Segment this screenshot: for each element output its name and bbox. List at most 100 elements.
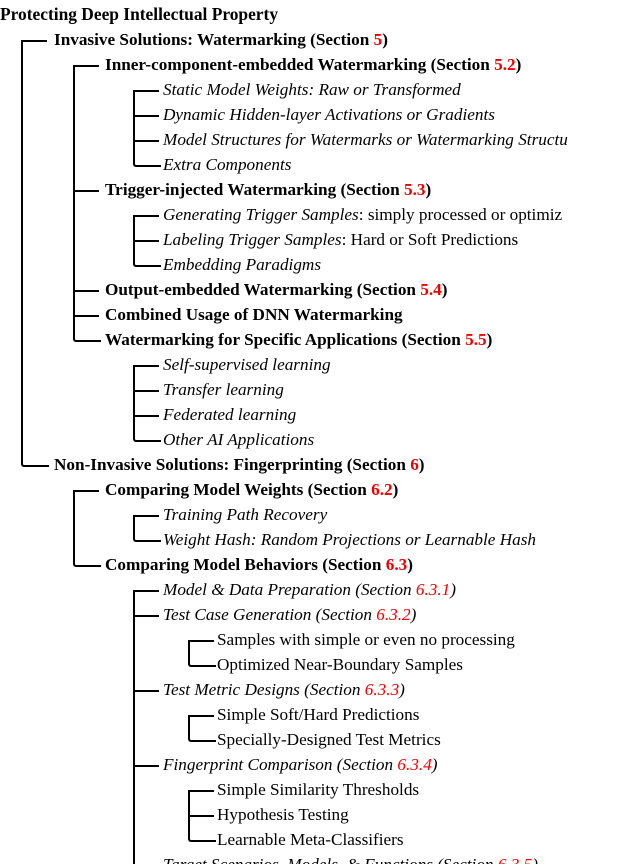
node-label-tail: ) bbox=[418, 455, 425, 474]
section-number: 6 bbox=[410, 455, 419, 474]
node-label-text: Hypothesis Testing bbox=[217, 805, 349, 824]
node-label-tail: ) bbox=[431, 755, 438, 774]
section-number: 6.3 bbox=[385, 555, 408, 574]
tree-node: Test Case Generation (Section 6.3.2) bbox=[0, 602, 640, 627]
node-label-text: Test Case Generation (Section bbox=[163, 605, 377, 624]
node-label: Transfer learning bbox=[163, 377, 284, 402]
node-label-detail: : Hard or Soft Predictions bbox=[341, 230, 519, 249]
tree-node: Combined Usage of DNN Watermarking bbox=[0, 302, 640, 327]
node-label-text: Weight Hash: Random Projections or Learn… bbox=[163, 530, 537, 549]
node-label-text: Specially-Designed Test Metrics bbox=[217, 730, 441, 749]
node-label: Inner-component-embedded Watermarking (S… bbox=[105, 52, 521, 77]
node-label-emphasis: Generating Trigger Samples bbox=[163, 205, 359, 224]
tree-node: Simple Similarity Thresholds bbox=[0, 777, 640, 802]
tree-node: Self-supervised learning bbox=[0, 352, 640, 377]
node-label-tail: ) bbox=[425, 180, 432, 199]
node-label-text: Other AI Applications bbox=[163, 430, 315, 449]
node-label: Specially-Designed Test Metrics bbox=[217, 727, 441, 752]
section-number: 5.3 bbox=[403, 180, 426, 199]
node-label: Test Case Generation (Section 6.3.2) bbox=[163, 602, 416, 627]
node-label: Watermarking for Specific Applications (… bbox=[105, 327, 492, 352]
node-label: Trigger-injected Watermarking (Section 5… bbox=[105, 177, 431, 202]
node-label: Generating Trigger Samples: simply proce… bbox=[163, 202, 562, 227]
tree-node: Comparing Model Behaviors (Section 6.3) bbox=[0, 552, 640, 577]
node-label-text: Fingerprint Comparison (Section bbox=[163, 755, 398, 774]
tree-node: Model & Data Preparation (Section 6.3.1) bbox=[0, 577, 640, 602]
node-label-text: Simple Soft/Hard Predictions bbox=[217, 705, 420, 724]
node-label: Dynamic Hidden-layer Activations or Grad… bbox=[163, 102, 495, 127]
tree-root-node: Protecting Deep Intellectual Property bbox=[0, 2, 640, 27]
node-label-text: Learnable Meta-Classifiers bbox=[217, 830, 404, 849]
node-label: Combined Usage of DNN Watermarking bbox=[105, 302, 403, 327]
node-label-text: Embedding Paradigms bbox=[163, 255, 322, 274]
tree-node: Labeling Trigger Samples: Hard or Soft P… bbox=[0, 227, 640, 252]
node-label: Model & Data Preparation (Section 6.3.1) bbox=[163, 577, 456, 602]
tree-node: Generating Trigger Samples: simply proce… bbox=[0, 202, 640, 227]
node-label: Model Structures for Watermarks or Water… bbox=[163, 127, 568, 152]
tree-node: Weight Hash: Random Projections or Learn… bbox=[0, 527, 640, 552]
section-number: 6.3.1 bbox=[415, 580, 451, 599]
tree-node: Watermarking for Specific Applications (… bbox=[0, 327, 640, 352]
node-label-text: Model & Data Preparation (Section bbox=[163, 580, 416, 599]
section-number: 5.4 bbox=[420, 280, 442, 299]
node-label: Embedding Paradigms bbox=[163, 252, 321, 277]
tree-node: Fingerprint Comparison (Section 6.3.4) bbox=[0, 752, 640, 777]
node-label-text: Watermarking for Specific Applications (… bbox=[105, 330, 466, 349]
section-number: 6.3.4 bbox=[397, 755, 432, 774]
tree-node: Non-Invasive Solutions: Fingerprinting (… bbox=[0, 452, 640, 477]
node-label: Optimized Near-Boundary Samples bbox=[217, 652, 463, 677]
tree-node: Samples with simple or even no processin… bbox=[0, 627, 640, 652]
node-label-text: Non-Invasive Solutions: Fingerprinting (… bbox=[54, 455, 411, 474]
section-number: 6.3.3 bbox=[364, 680, 400, 699]
node-label-text: Transfer learning bbox=[163, 380, 284, 399]
node-label-text: Target Scenarios, Models, & Functions (S… bbox=[163, 855, 498, 864]
taxonomy-diagram: Protecting Deep Intellectual Property Inv… bbox=[0, 0, 640, 864]
tree-node: Federated learning bbox=[0, 402, 640, 427]
node-label: Static Model Weights: Raw or Transformed bbox=[163, 77, 461, 102]
node-label-text: Optimized Near-Boundary Samples bbox=[217, 655, 463, 674]
tree-node: Learnable Meta-Classifiers bbox=[0, 827, 640, 852]
node-label: Simple Similarity Thresholds bbox=[217, 777, 419, 802]
node-label: Extra Components bbox=[163, 152, 291, 177]
node-label-text: Model Structures for Watermarks or Water… bbox=[163, 130, 568, 149]
node-label: Target Scenarios, Models, & Functions (S… bbox=[163, 852, 538, 864]
node-label: Comparing Model Behaviors (Section 6.3) bbox=[105, 552, 413, 577]
node-label-tail: ) bbox=[486, 330, 493, 349]
node-label: Learnable Meta-Classifiers bbox=[217, 827, 404, 852]
node-label-text: Extra Components bbox=[163, 155, 292, 174]
node-label-tail: ) bbox=[382, 30, 388, 49]
tree-node: Transfer learning bbox=[0, 377, 640, 402]
node-label: Protecting Deep Intellectual Property bbox=[0, 2, 278, 27]
node-label-text: Combined Usage of DNN Watermarking bbox=[105, 305, 403, 324]
node-label: Hypothesis Testing bbox=[217, 802, 349, 827]
tree-node: Embedding Paradigms bbox=[0, 252, 640, 277]
node-label-tail: ) bbox=[532, 855, 538, 864]
node-label: Weight Hash: Random Projections or Learn… bbox=[163, 527, 536, 552]
node-label-text: Static Model Weights: Raw or Transformed bbox=[163, 80, 461, 99]
tree-node: Invasive Solutions: Watermarking (Sectio… bbox=[0, 27, 640, 52]
tree-node: Model Structures for Watermarks or Water… bbox=[0, 127, 640, 152]
node-label-tail: ) bbox=[407, 555, 413, 574]
node-label-text: Output-embedded Watermarking (Section bbox=[105, 280, 421, 299]
tree-node: Simple Soft/Hard Predictions bbox=[0, 702, 640, 727]
node-label-text: Comparing Model Weights (Section bbox=[105, 480, 372, 499]
tree-node: Output-embedded Watermarking (Section 5.… bbox=[0, 277, 640, 302]
section-number: 5.5 bbox=[465, 330, 487, 349]
node-label-text: Trigger-injected Watermarking (Section bbox=[105, 180, 404, 199]
node-label-emphasis: Labeling Trigger Samples bbox=[163, 230, 342, 249]
node-label: Self-supervised learning bbox=[163, 352, 331, 377]
tree-node: Other AI Applications bbox=[0, 427, 640, 452]
node-label-tail: ) bbox=[410, 605, 417, 624]
section-number: 6.3.2 bbox=[376, 605, 411, 624]
node-label-text: Dynamic Hidden-layer Activations or Grad… bbox=[163, 105, 495, 124]
tree-node: Trigger-injected Watermarking (Section 5… bbox=[0, 177, 640, 202]
node-label-tail: ) bbox=[441, 280, 448, 299]
node-label-text: Self-supervised learning bbox=[163, 355, 331, 374]
node-label: Other AI Applications bbox=[163, 427, 314, 452]
tree-node: Comparing Model Weights (Section 6.2) bbox=[0, 477, 640, 502]
node-label-text: Comparing Model Behaviors (Section bbox=[105, 555, 386, 574]
tree-node: Static Model Weights: Raw or Transformed bbox=[0, 77, 640, 102]
node-label-text: Test Metric Designs (Section bbox=[163, 680, 365, 699]
node-label-text: Inner-component-embedded Watermarking (S… bbox=[105, 55, 495, 74]
node-label-text: Simple Similarity Thresholds bbox=[217, 780, 420, 799]
